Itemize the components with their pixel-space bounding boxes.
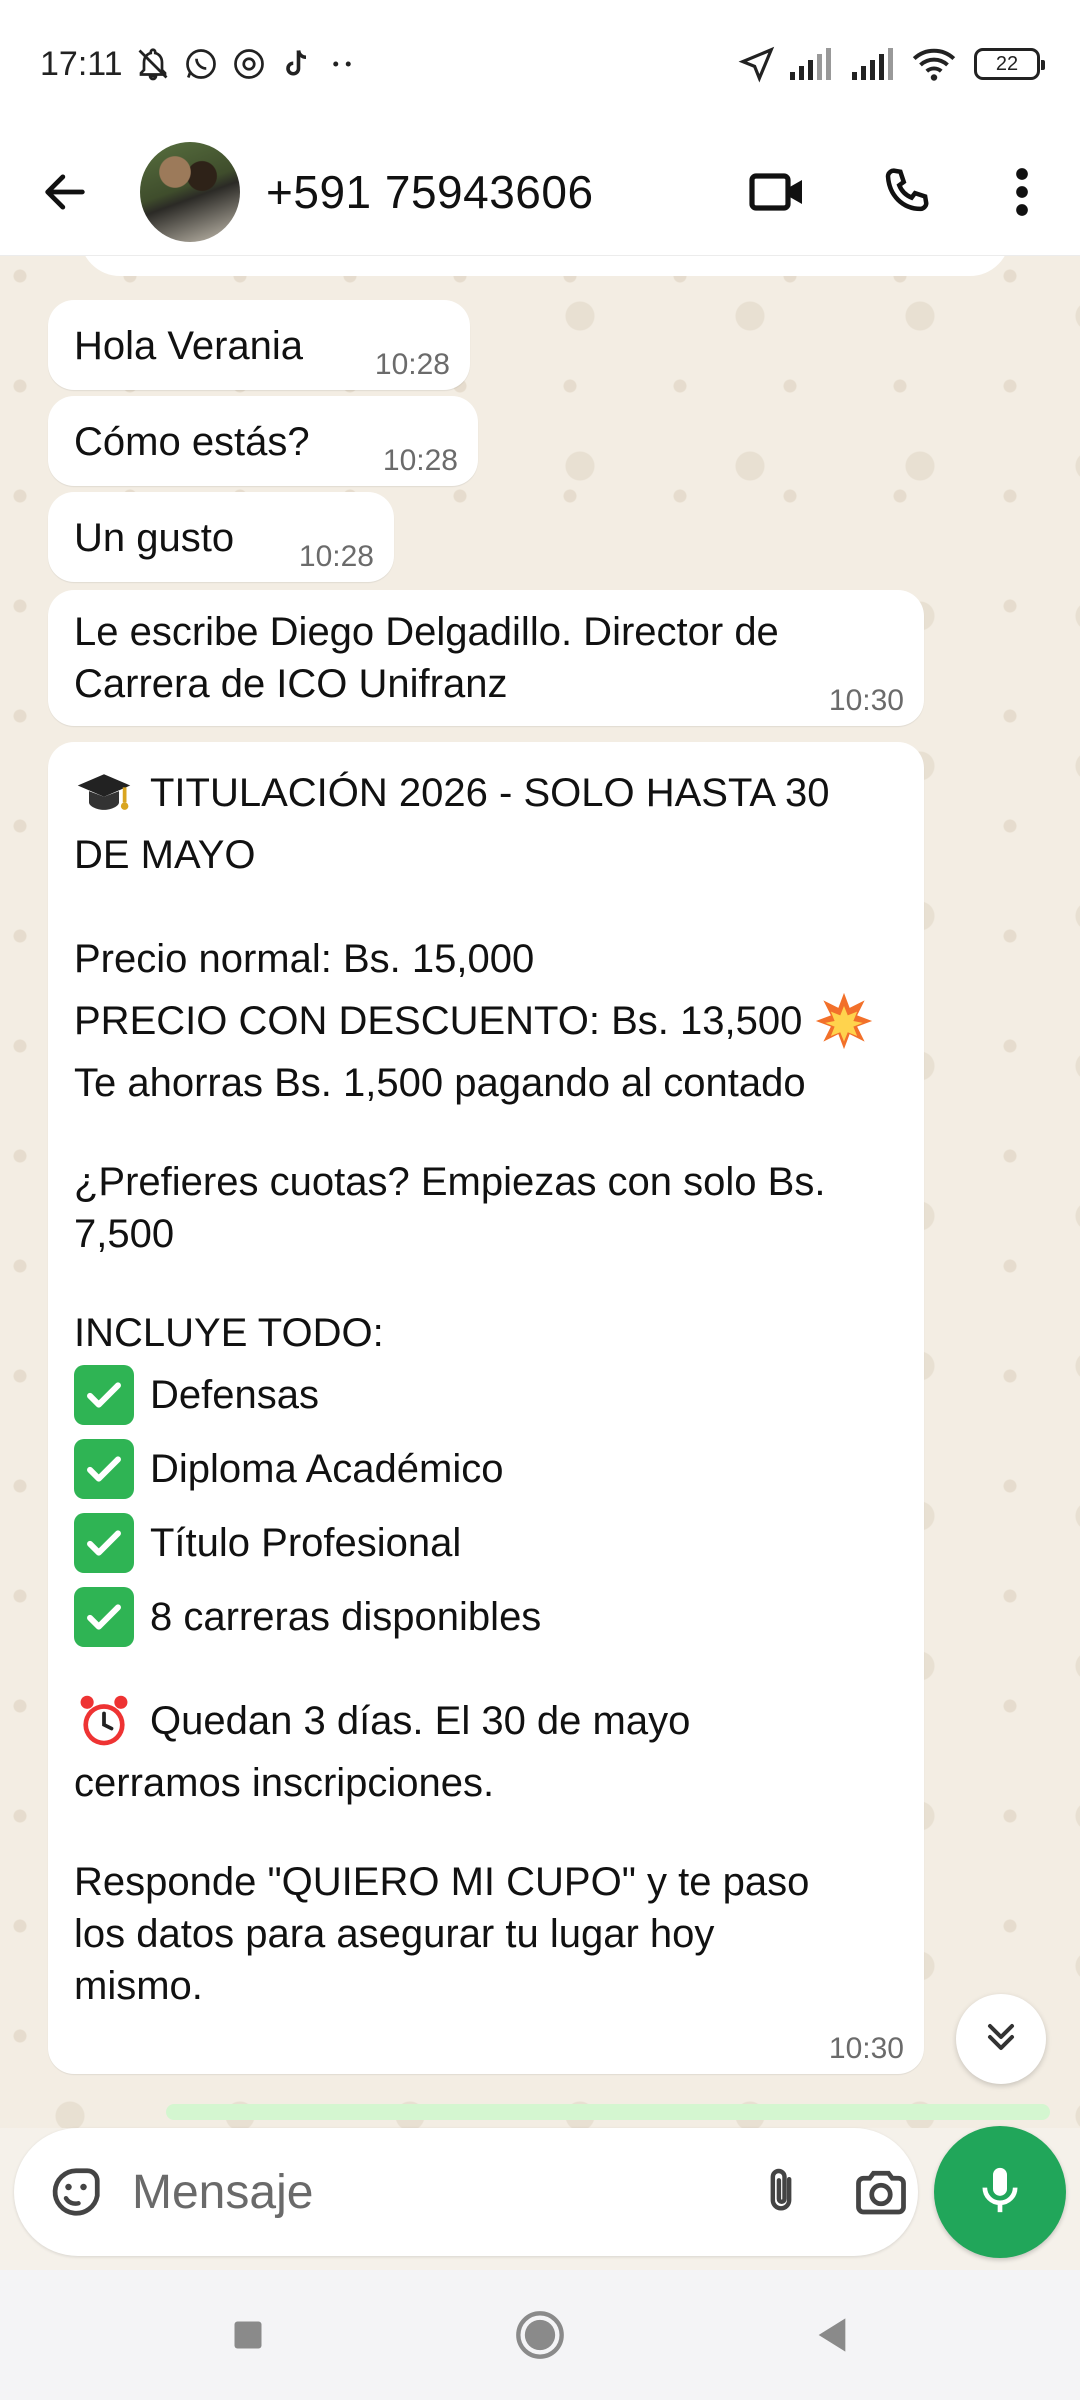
deadline-text: Quedan 3 días. El 30 de mayo [150, 1699, 691, 1743]
price-discount: PRECIO CON DESCUENTO: Bs. 13,500 [74, 999, 803, 1043]
scroll-to-bottom-button[interactable] [956, 1994, 1046, 2084]
battery-level: 22 [995, 52, 1019, 75]
status-time: 17:11 [40, 44, 123, 83]
status-left: 17:11 [40, 45, 357, 84]
wifi-icon [912, 46, 956, 82]
include-item: Defensas [74, 1364, 898, 1426]
include-item: Título Profesional [74, 1512, 898, 1574]
recents-square-icon[interactable] [208, 2295, 288, 2375]
message-bubble[interactable]: Hola Verania 10:28 [48, 300, 470, 390]
previous-message-edge [80, 256, 1010, 276]
outgoing-message-edge [166, 2104, 1050, 2120]
include-item-label: Diploma Académico [150, 1447, 504, 1491]
check-mark-button-icon [74, 1365, 134, 1425]
paperclip-icon[interactable] [753, 2152, 809, 2232]
battery-icon: 22 [974, 48, 1045, 80]
status-bar: 17:11 22 [0, 0, 1080, 128]
cta-text: Responde "QUIERO MI CUPO" y te paso los … [74, 1860, 810, 2008]
message-bubble[interactable]: Un gusto 10:28 [48, 492, 394, 582]
price-discount-line: PRECIO CON DESCUENTO: Bs. 13,500 [74, 990, 898, 1052]
chat-header: +591 75943606 [0, 128, 1080, 256]
message-composer [14, 2128, 918, 2256]
collision-icon [814, 991, 874, 1051]
check-mark-button-icon [74, 1513, 134, 1573]
message-text: Hola Verania [74, 324, 304, 368]
bell-off-icon [135, 46, 171, 82]
installments-text: ¿Prefieres cuotas? Empiezas con solo Bs.… [74, 1160, 826, 1256]
graduation-cap-icon [74, 763, 134, 823]
home-circle-icon[interactable] [500, 2295, 580, 2375]
message-input[interactable] [132, 2164, 753, 2220]
whatsapp-icon [183, 46, 219, 82]
message-text: Cómo estás? [74, 420, 310, 464]
alarm-clock-icon [74, 1691, 134, 1751]
message-time: 10:30 [828, 2032, 904, 2065]
check-mark-button-icon [74, 1587, 134, 1647]
phone-call-icon[interactable] [866, 152, 946, 232]
message-text: Un gusto [74, 516, 235, 560]
promo-title-line-2: DE MAYO [74, 824, 898, 886]
system-navigation-bar [0, 2270, 1080, 2400]
promo-title: TITULACIÓN 2026 - SOLO HASTA 30 [150, 771, 830, 815]
more-vert-icon[interactable] [982, 152, 1062, 232]
message-text: Le escribe Diego Delgadillo. Director de… [74, 610, 779, 706]
include-item-label: Defensas [150, 1373, 319, 1417]
tiktok-icon [279, 46, 315, 82]
threads-icon [231, 46, 267, 82]
promo-title-line: TITULACIÓN 2026 - SOLO HASTA 30 [74, 762, 898, 824]
double-chevron-down-icon [979, 2015, 1023, 2064]
microphone-button[interactable] [934, 2126, 1066, 2258]
back-arrow-icon[interactable] [32, 159, 98, 225]
contact-name[interactable]: +591 75943606 [266, 165, 738, 219]
back-triangle-icon[interactable] [792, 2295, 872, 2375]
microphone-icon [972, 2162, 1028, 2223]
savings-text: Te ahorras Bs. 1,500 pagando al contado [74, 1061, 806, 1105]
message-time: 10:30 [828, 684, 904, 717]
promo-message-bubble[interactable]: TITULACIÓN 2026 - SOLO HASTA 30 DE MAYO … [48, 742, 924, 2074]
sticker-emoji-icon[interactable] [46, 2157, 106, 2227]
check-mark-button-icon [74, 1439, 134, 1499]
signal-2-icon [850, 46, 900, 82]
camera-icon[interactable] [851, 2152, 911, 2232]
include-item-label: Título Profesional [150, 1521, 462, 1565]
more-notifications-icon [327, 49, 357, 79]
price-normal: Precio normal: Bs. 15,000 [74, 937, 535, 981]
status-right: 22 [738, 45, 1045, 83]
message-bubble[interactable]: Le escribe Diego Delgadillo. Director de… [48, 590, 924, 726]
deadline-line: Quedan 3 días. El 30 de mayo [74, 1690, 898, 1752]
message-bubble[interactable]: Cómo estás? 10:28 [48, 396, 478, 486]
message-time: 10:28 [298, 540, 374, 573]
message-time: 10:28 [382, 444, 458, 477]
deadline-text-continued: cerramos inscripciones. [74, 1761, 495, 1805]
chat-area[interactable]: Hola Verania 10:28 Cómo estás? 10:28 Un … [0, 256, 1080, 2128]
signal-1-icon [788, 46, 838, 82]
message-time: 10:28 [374, 348, 450, 381]
avatar[interactable] [140, 141, 240, 242]
include-item: Diploma Académico [74, 1438, 898, 1500]
includes-heading: INCLUYE TODO: [74, 1311, 384, 1355]
include-item-label: 8 carreras disponibles [150, 1595, 542, 1639]
include-item: 8 carreras disponibles [74, 1586, 898, 1648]
promo-title-continued: DE MAYO [74, 833, 256, 877]
video-call-icon[interactable] [738, 152, 818, 232]
location-arrow-icon [738, 45, 776, 83]
